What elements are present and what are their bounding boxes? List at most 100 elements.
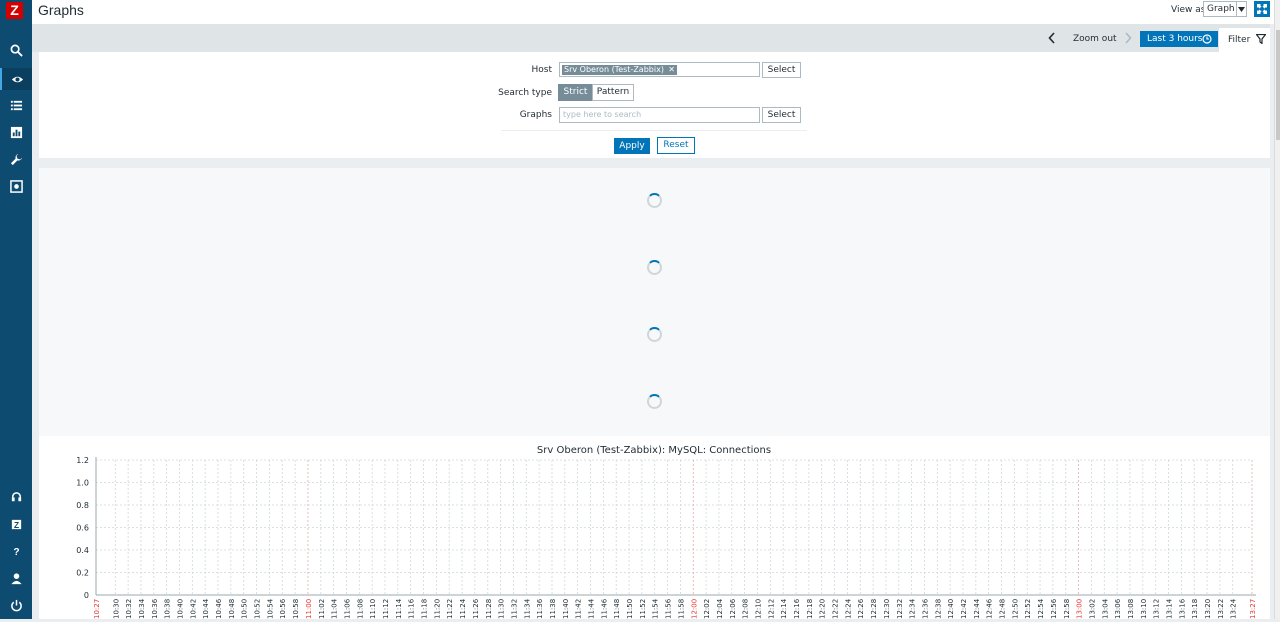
x-tick-label: 10:44 (202, 598, 210, 619)
x-tick-label: 11:22 (446, 599, 454, 619)
time-range-button[interactable]: Last 3 hours (1140, 31, 1218, 47)
host-multiselect[interactable]: Srv Oberon (Test-Zabbix) ✕ (559, 62, 760, 77)
x-tick-label: 12:24 (844, 598, 852, 619)
header: Graphs View as Graph (32, 0, 1280, 24)
chevron-down-icon[interactable] (1236, 1, 1247, 17)
x-tick-label: 13:02 (1088, 599, 1096, 619)
list-icon[interactable] (0, 94, 32, 116)
x-tick-label: 11:36 (536, 598, 544, 619)
x-tick-label: 11:42 (575, 599, 583, 619)
host-label: Host (531, 65, 553, 75)
gear-icon[interactable] (0, 175, 32, 197)
graphs-label: Graphs (519, 110, 552, 120)
x-tick-label: 12:08 (742, 599, 750, 619)
wrench-icon[interactable] (0, 148, 32, 170)
x-tick-label: 12:12 (767, 599, 775, 619)
x-tick-label: 12:58 (1063, 599, 1071, 619)
share-icon[interactable]: Z (0, 513, 32, 535)
search-icon[interactable] (0, 39, 32, 61)
support-icon[interactable] (0, 486, 32, 508)
x-tick-label: 11:14 (395, 598, 403, 619)
x-tick-label: 11:00 (305, 599, 313, 619)
filter-tab-label: Filter (1228, 35, 1251, 45)
x-tick-label: 13:00 (1076, 599, 1084, 619)
scrollbar-thumb[interactable] (1276, 30, 1280, 140)
view-as-label: View as (1171, 5, 1206, 15)
y-tick-label: 0.4 (76, 546, 89, 555)
loading-spinner-icon (647, 193, 662, 208)
chevron-left-icon[interactable] (1048, 32, 1056, 47)
apply-button[interactable]: Apply (614, 138, 650, 154)
reports-icon[interactable] (0, 121, 32, 143)
x-tick-label: 10:50 (241, 599, 249, 619)
eye-icon[interactable] (0, 68, 32, 90)
user-icon[interactable] (0, 567, 32, 589)
x-tick-label: 12:40 (947, 599, 955, 619)
x-tick-label: 10:46 (215, 598, 223, 619)
host-select-button[interactable]: Select (762, 62, 801, 78)
x-tick-label: 12:22 (832, 599, 840, 619)
chart-title: Srv Oberon (Test-Zabbix): MySQL: Connect… (537, 445, 771, 456)
x-tick-label: 12:46 (986, 598, 994, 619)
help-icon[interactable]: ? (0, 540, 32, 562)
x-tick-label: 12:38 (934, 599, 942, 619)
x-tick-label: 12:52 (1024, 599, 1032, 619)
x-tick-label: 10:48 (228, 599, 236, 619)
x-tick-label: 10:32 (125, 599, 133, 619)
x-tick-label: 11:02 (318, 599, 326, 619)
x-tick-label: 11:12 (382, 599, 390, 619)
fullscreen-icon (1257, 4, 1267, 14)
filter-tab[interactable]: Filter (1219, 28, 1270, 52)
x-tick-label: 10:54 (266, 598, 274, 619)
x-tick-label: 11:08 (356, 599, 364, 619)
x-tick-label: 10:40 (176, 599, 184, 619)
x-tick-label: 11:04 (331, 598, 339, 619)
x-tick-label: 11:06 (343, 598, 351, 619)
x-tick-label: 13:08 (1127, 599, 1135, 619)
x-tick-label: 12:32 (896, 599, 904, 619)
x-tick-label: 11:26 (472, 598, 480, 619)
x-tick-label: 13:24 (1230, 598, 1238, 619)
x-tick-label: 13:06 (1114, 598, 1122, 619)
graphs-input[interactable]: type here to search (559, 107, 760, 123)
search-pattern-button[interactable]: Pattern (592, 84, 634, 101)
zabbix-logo[interactable]: Z (6, 2, 23, 19)
x-tick-label: 12:30 (883, 599, 891, 619)
x-tick-label: 11:38 (549, 599, 557, 619)
x-tick-label: 11:50 (626, 599, 634, 619)
close-icon[interactable]: ✕ (668, 65, 675, 75)
clock-icon (1202, 34, 1212, 47)
x-tick-label: 11:48 (613, 599, 621, 619)
graphs-select-button[interactable]: Select (762, 107, 801, 123)
reset-button[interactable]: Reset (657, 137, 695, 154)
x-tick-label: 12:36 (921, 598, 929, 619)
zoom-out-button[interactable]: Zoom out (1073, 34, 1117, 44)
chevron-right-icon[interactable] (1124, 32, 1132, 47)
loading-spinner-icon (647, 327, 662, 342)
x-tick-label: 11:46 (600, 598, 608, 619)
x-tick-label: 11:54 (652, 598, 660, 619)
x-tick-label: 11:32 (510, 599, 518, 619)
x-tick-label: 12:42 (960, 599, 968, 619)
x-tick-label: 11:30 (498, 599, 506, 619)
x-tick-label: 13:16 (1178, 598, 1186, 619)
y-tick-label: 0.6 (76, 524, 89, 533)
sidebar: Z Z ? (0, 0, 32, 619)
mysql-connections-chart[interactable]: Srv Oberon (Test-Zabbix): MySQL: Connect… (39, 436, 1270, 619)
svg-text:Z: Z (13, 519, 18, 529)
x-tick-label: 11:16 (408, 598, 416, 619)
power-icon[interactable] (0, 594, 32, 616)
x-tick-label: 10:42 (189, 599, 197, 619)
x-tick-label: 12:18 (806, 599, 814, 619)
x-tick-label: 12:56 (1050, 598, 1058, 619)
x-tick-label: 11:20 (433, 599, 441, 619)
page-title: Graphs (38, 2, 84, 18)
search-strict-button[interactable]: Strict (558, 84, 593, 101)
x-tick-label: 10:27 (93, 599, 101, 619)
host-chip[interactable]: Srv Oberon (Test-Zabbix) ✕ (562, 65, 677, 75)
x-tick-label: 10:36 (151, 598, 159, 619)
x-tick-label: 11:40 (562, 599, 570, 619)
fullscreen-button[interactable] (1254, 1, 1270, 17)
page-scrollbar[interactable] (1274, 0, 1280, 619)
x-tick-label: 13:04 (1101, 598, 1109, 619)
